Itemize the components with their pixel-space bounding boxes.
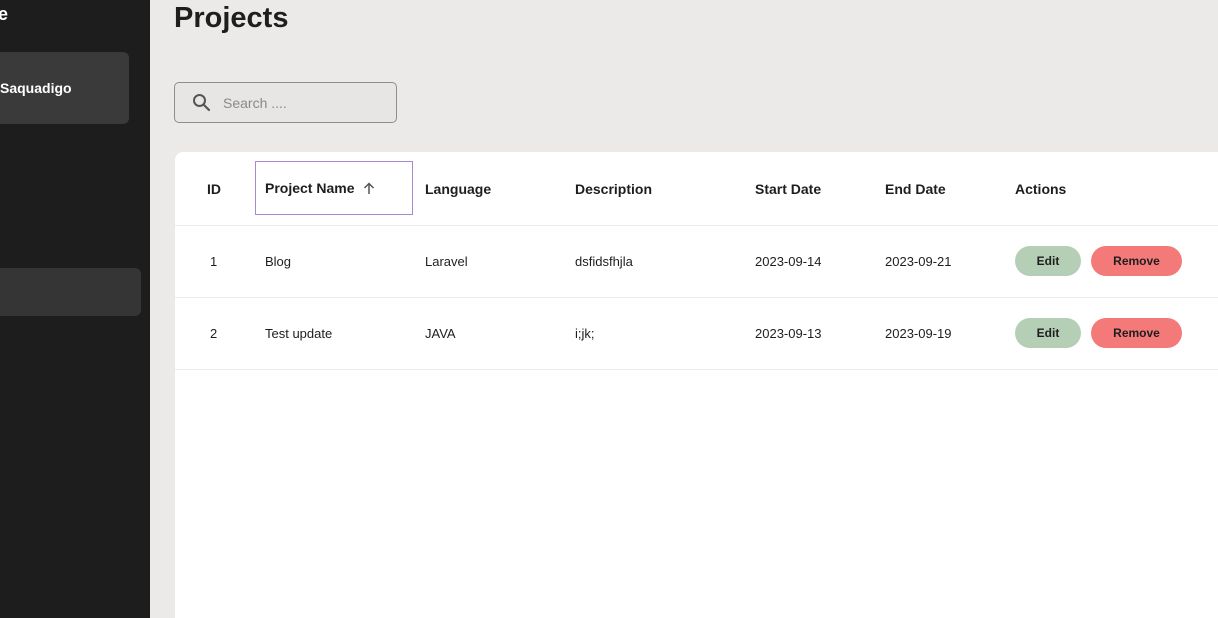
cell-project-name: Blog [265, 254, 292, 269]
table-row: 1 Blog Laravel dsfidsfhjla 2023-09-14 20… [175, 226, 1218, 298]
cell-end-date: 2023-09-19 [885, 326, 952, 341]
cell-language: Laravel [425, 254, 468, 269]
cell-project-name: Test update [265, 326, 333, 341]
remove-button[interactable]: Remove [1091, 246, 1182, 276]
column-header-end-date[interactable]: End Date [885, 152, 946, 225]
column-header-actions: Actions [1015, 180, 1067, 197]
column-header-id[interactable]: ID [207, 152, 221, 225]
column-header-project-name-label: Project Name [265, 180, 355, 196]
user-name: Saquadigo [0, 80, 72, 96]
table-header-row: ID Project Name Language Description Sta… [175, 152, 1218, 226]
table-row: 2 Test update JAVA i;jk; 2023-09-13 2023… [175, 298, 1218, 370]
column-header-project-name[interactable]: Project Name [255, 161, 413, 215]
column-header-language[interactable]: Language [425, 152, 491, 225]
search-input[interactable] [221, 93, 385, 112]
arrow-up-icon [363, 181, 375, 195]
column-header-start-date[interactable]: Start Date [755, 152, 821, 225]
column-header-description[interactable]: Description [575, 152, 652, 225]
cell-end-date: 2023-09-21 [885, 254, 952, 269]
sidebar-item-active[interactable] [0, 268, 141, 316]
cell-id: 2 [210, 326, 218, 341]
cell-description: dsfidsfhjla [575, 254, 633, 269]
remove-button[interactable]: Remove [1091, 318, 1182, 348]
cell-start-date: 2023-09-14 [755, 254, 822, 269]
cell-id: 1 [210, 254, 218, 269]
edit-button[interactable]: Edit [1015, 318, 1081, 348]
user-profile-card[interactable]: Saquadigo [0, 52, 129, 124]
search-box[interactable] [174, 82, 397, 123]
search-icon [191, 93, 211, 113]
brand-name: e [0, 4, 9, 24]
projects-table: ID Project Name Language Description Sta… [175, 152, 1218, 618]
sidebar: e Saquadigo [0, 0, 150, 618]
cell-start-date: 2023-09-13 [755, 326, 822, 341]
page-title: Projects [174, 2, 289, 34]
cell-language: JAVA [425, 326, 456, 341]
edit-button[interactable]: Edit [1015, 246, 1081, 276]
cell-description: i;jk; [575, 326, 595, 341]
